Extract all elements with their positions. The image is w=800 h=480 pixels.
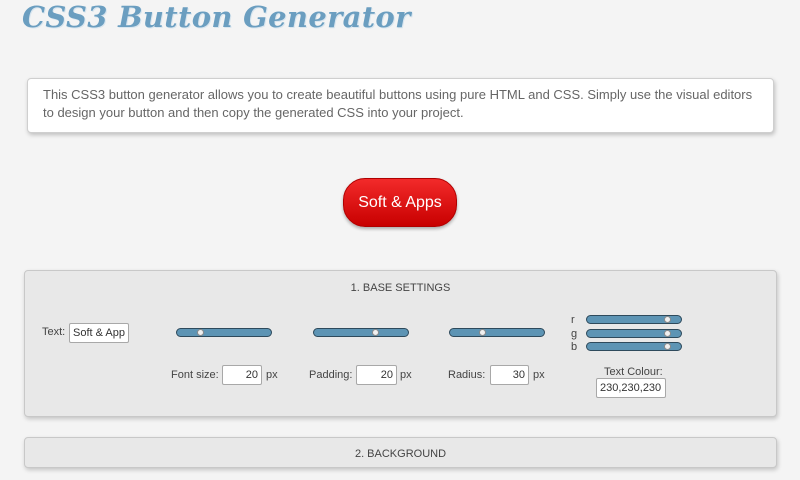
preview-button[interactable]: Soft & Apps xyxy=(343,178,457,227)
base-settings-panel: 1. BASE SETTINGS Text: r g b Font size: … xyxy=(24,270,777,417)
radius-slider-handle[interactable] xyxy=(479,329,487,336)
text-colour-label: Text Colour: xyxy=(604,366,663,378)
text-colour-b-slider[interactable] xyxy=(586,342,682,351)
text-colour-r-slider[interactable] xyxy=(586,315,682,324)
font-size-label: Font size: xyxy=(171,369,219,381)
background-title[interactable]: 2. BACKGROUND xyxy=(25,448,776,460)
page-title: CSS3 Button Generator xyxy=(22,0,411,34)
radius-slider[interactable] xyxy=(449,328,545,337)
r-slider-handle[interactable] xyxy=(664,316,672,323)
g-label: g xyxy=(571,328,578,340)
text-label: Text: xyxy=(42,326,66,338)
text-colour-input[interactable] xyxy=(596,378,666,398)
b-slider-handle[interactable] xyxy=(664,343,672,350)
padding-label: Padding: xyxy=(309,369,353,381)
padding-slider-handle[interactable] xyxy=(371,329,379,336)
b-label: b xyxy=(571,341,578,353)
r-label: r xyxy=(571,314,575,326)
g-slider-handle[interactable] xyxy=(664,330,672,337)
radius-unit: px xyxy=(533,369,545,381)
font-size-unit: px xyxy=(266,369,278,381)
padding-unit: px xyxy=(400,369,412,381)
text-colour-g-slider[interactable] xyxy=(586,329,682,338)
font-size-slider[interactable] xyxy=(176,328,272,337)
padding-input[interactable] xyxy=(356,365,397,385)
base-settings-title[interactable]: 1. BASE SETTINGS xyxy=(25,282,776,294)
padding-slider[interactable] xyxy=(313,328,409,337)
font-size-input[interactable] xyxy=(222,365,262,385)
radius-input[interactable] xyxy=(490,365,529,385)
font-size-slider-handle[interactable] xyxy=(197,329,204,336)
radius-label: Radius: xyxy=(448,369,486,381)
background-panel[interactable]: 2. BACKGROUND xyxy=(24,437,777,468)
intro-description: This CSS3 button generator allows you to… xyxy=(27,78,774,133)
button-text-input[interactable] xyxy=(69,323,129,343)
